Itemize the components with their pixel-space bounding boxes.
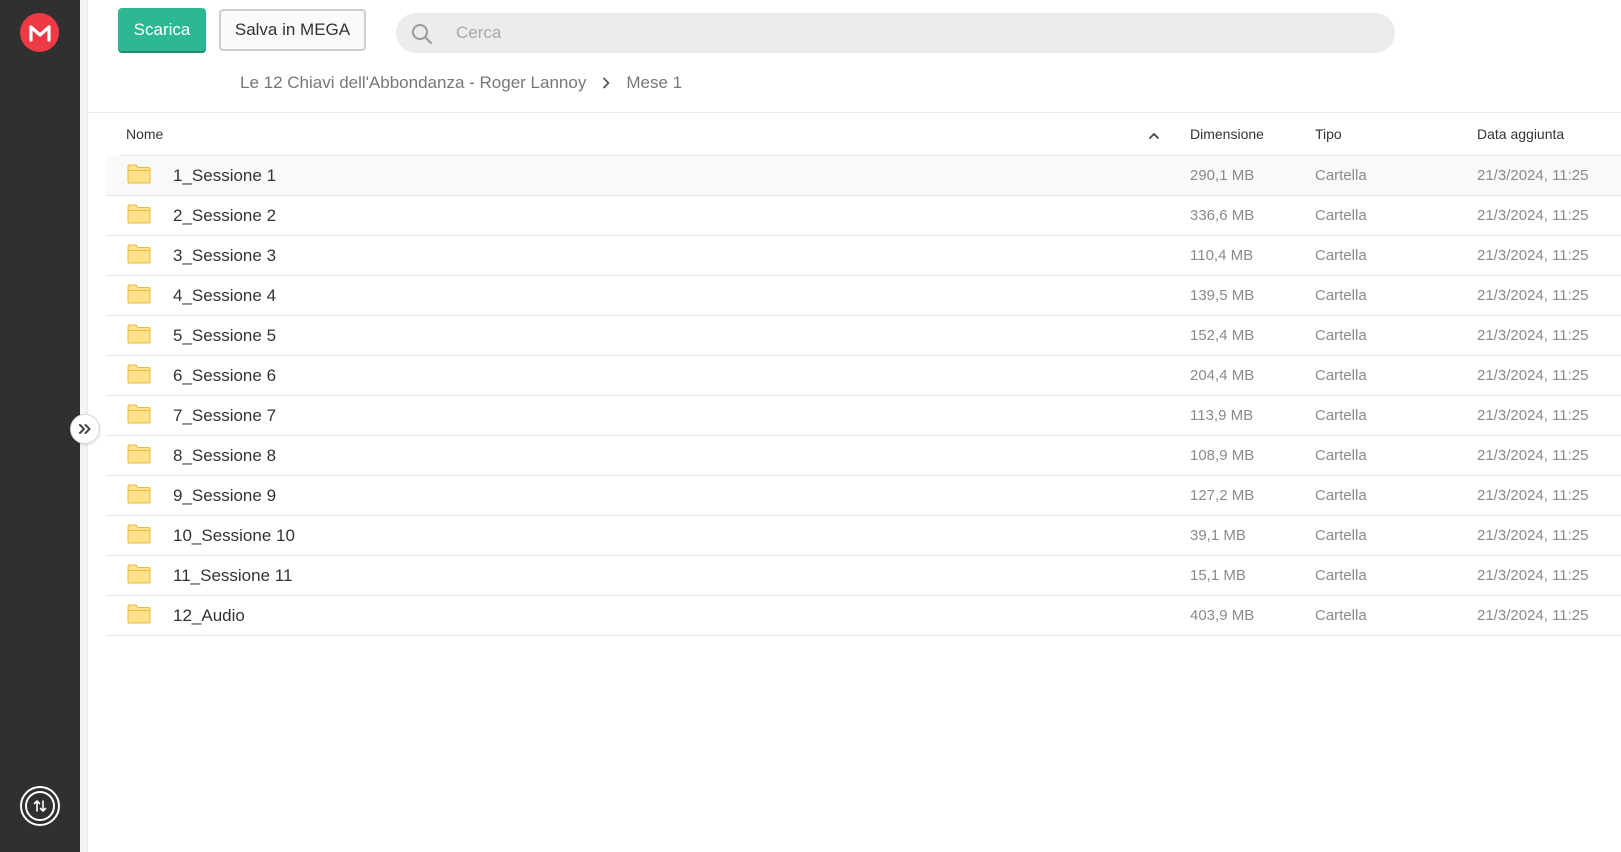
- table-row[interactable]: 7_Sessione 7 113,9 MB Cartella 21/3/2024…: [106, 396, 1621, 436]
- row-name: 3_Sessione 3: [173, 246, 277, 265]
- divider: [88, 112, 1621, 113]
- mega-logo-icon[interactable]: [20, 13, 59, 52]
- row-size: 152,4 MB: [1190, 327, 1255, 344]
- row-type: Cartella: [1315, 327, 1367, 344]
- row-type: Cartella: [1315, 167, 1367, 184]
- row-date: 21/3/2024, 11:25: [1477, 287, 1589, 304]
- row-type: Cartella: [1315, 567, 1367, 584]
- table-row[interactable]: 11_Sessione 11 15,1 MB Cartella 21/3/202…: [106, 556, 1621, 596]
- folder-icon: [127, 284, 151, 309]
- row-name: 11_Sessione 11: [173, 566, 293, 585]
- row-name: 5_Sessione 5: [173, 326, 277, 345]
- row-date: 21/3/2024, 11:25: [1477, 327, 1589, 344]
- row-date: 21/3/2024, 11:25: [1477, 207, 1589, 224]
- row-name: 4_Sessione 4: [173, 286, 277, 305]
- folder-icon: [127, 244, 151, 269]
- row-size: 110,4 MB: [1190, 247, 1254, 264]
- row-name: 8_Sessione 8: [173, 446, 277, 465]
- row-date: 21/3/2024, 11:25: [1477, 527, 1589, 544]
- breadcrumb: Le 12 Chiavi dell'Abbondanza - Roger Lan…: [240, 71, 682, 95]
- row-type: Cartella: [1315, 607, 1367, 624]
- folder-icon: [127, 604, 151, 629]
- column-header-date[interactable]: Data aggiunta: [1477, 126, 1564, 142]
- row-type: Cartella: [1315, 367, 1367, 384]
- table-row[interactable]: 8_Sessione 8 108,9 MB Cartella 21/3/2024…: [106, 436, 1621, 476]
- row-name: 6_Sessione 6: [173, 366, 277, 385]
- search-icon: [410, 22, 434, 50]
- row-name: 9_Sessione 9: [173, 486, 277, 505]
- column-header-size[interactable]: Dimensione: [1190, 126, 1264, 142]
- app-window: Scarica Salva in MEGA Le 12 Chiavi dell'…: [0, 0, 1621, 852]
- row-date: 21/3/2024, 11:25: [1477, 367, 1589, 384]
- row-size: 204,4 MB: [1190, 367, 1255, 384]
- row-date: 21/3/2024, 11:25: [1477, 607, 1589, 624]
- folder-icon: [127, 324, 151, 349]
- row-type: Cartella: [1315, 447, 1367, 464]
- download-button[interactable]: Scarica: [118, 8, 206, 51]
- breadcrumb-item-current[interactable]: Mese 1: [626, 73, 682, 93]
- table-row[interactable]: 2_Sessione 2 336,6 MB Cartella 21/3/2024…: [106, 196, 1621, 236]
- row-date: 21/3/2024, 11:25: [1477, 247, 1589, 264]
- row-name: 2_Sessione 2: [173, 206, 277, 225]
- sidebar: [0, 0, 80, 852]
- row-name: 7_Sessione 7: [173, 406, 277, 425]
- search-input[interactable]: [456, 13, 1356, 53]
- row-type: Cartella: [1315, 487, 1367, 504]
- row-name: 1_Sessione 1: [173, 166, 277, 185]
- row-type: Cartella: [1315, 527, 1367, 544]
- transfer-arrows-icon[interactable]: [20, 786, 60, 826]
- table-row[interactable]: 6_Sessione 6 204,4 MB Cartella 21/3/2024…: [106, 356, 1621, 396]
- folder-icon: [127, 524, 151, 549]
- table-row[interactable]: 12_Audio 403,9 MB Cartella 21/3/2024, 11…: [106, 596, 1621, 636]
- row-type: Cartella: [1315, 287, 1367, 304]
- folder-icon: [127, 164, 151, 189]
- row-date: 21/3/2024, 11:25: [1477, 567, 1589, 584]
- table-row[interactable]: 9_Sessione 9 127,2 MB Cartella 21/3/2024…: [106, 476, 1621, 516]
- file-list: 1_Sessione 1 290,1 MB Cartella 21/3/2024…: [106, 156, 1621, 636]
- row-size: 336,6 MB: [1190, 207, 1255, 224]
- table-row[interactable]: 5_Sessione 5 152,4 MB Cartella 21/3/2024…: [106, 316, 1621, 356]
- table-header: Nome Dimensione Tipo Data aggiunta: [120, 122, 1621, 156]
- search-bar[interactable]: [396, 13, 1395, 53]
- row-date: 21/3/2024, 11:25: [1477, 447, 1589, 464]
- table-row[interactable]: 3_Sessione 3 110,4 MB Cartella 21/3/2024…: [106, 236, 1621, 276]
- folder-icon: [127, 404, 151, 429]
- folder-icon: [127, 564, 151, 589]
- folder-icon: [127, 204, 151, 229]
- row-size: 108,9 MB: [1190, 447, 1255, 464]
- row-size: 113,9 MB: [1190, 407, 1254, 424]
- row-date: 21/3/2024, 11:25: [1477, 167, 1589, 184]
- folder-icon: [127, 444, 151, 469]
- row-date: 21/3/2024, 11:25: [1477, 487, 1589, 504]
- row-name: 12_Audio: [173, 606, 245, 625]
- row-size: 139,5 MB: [1190, 287, 1255, 304]
- double-chevron-right-icon[interactable]: [70, 414, 100, 444]
- row-date: 21/3/2024, 11:25: [1477, 407, 1589, 424]
- column-header-type[interactable]: Tipo: [1315, 126, 1342, 142]
- chevron-right-icon: [602, 77, 610, 89]
- folder-icon: [127, 484, 151, 509]
- table-row[interactable]: 4_Sessione 4 139,5 MB Cartella 21/3/2024…: [106, 276, 1621, 316]
- row-name: 10_Sessione 10: [173, 526, 295, 545]
- row-size: 403,9 MB: [1190, 607, 1255, 624]
- row-size: 39,1 MB: [1190, 527, 1246, 544]
- row-type: Cartella: [1315, 407, 1367, 424]
- column-header-name[interactable]: Nome: [126, 126, 163, 142]
- chevron-up-icon[interactable]: [1148, 128, 1160, 144]
- row-type: Cartella: [1315, 247, 1367, 264]
- row-type: Cartella: [1315, 207, 1367, 224]
- row-size: 15,1 MB: [1190, 567, 1246, 584]
- breadcrumb-item-parent[interactable]: Le 12 Chiavi dell'Abbondanza - Roger Lan…: [240, 73, 586, 93]
- table-row[interactable]: 10_Sessione 10 39,1 MB Cartella 21/3/202…: [106, 516, 1621, 556]
- row-size: 290,1 MB: [1190, 167, 1255, 184]
- row-size: 127,2 MB: [1190, 487, 1255, 504]
- folder-icon: [127, 364, 151, 389]
- table-row[interactable]: 1_Sessione 1 290,1 MB Cartella 21/3/2024…: [106, 156, 1621, 196]
- save-to-mega-button[interactable]: Salva in MEGA: [219, 9, 366, 51]
